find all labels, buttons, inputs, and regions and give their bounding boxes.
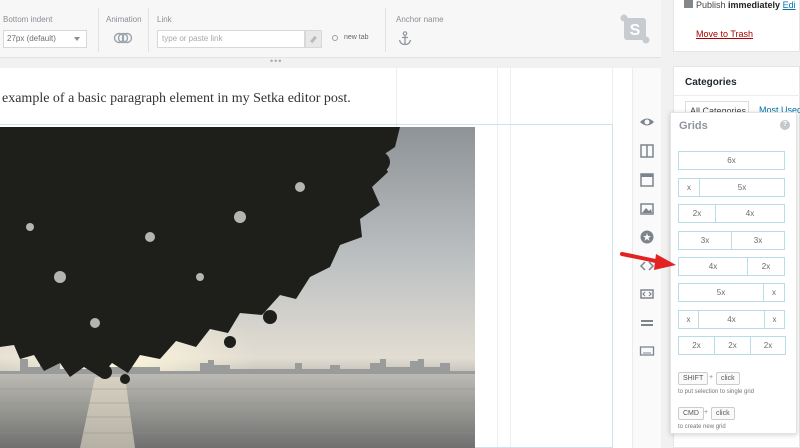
grid-cell[interactable]: 2x: [750, 336, 786, 355]
grid-cell[interactable]: x: [764, 310, 785, 329]
publish-box: Publish immediately Edi Move to Trash: [673, 0, 800, 52]
eye-icon[interactable]: [639, 114, 655, 130]
paragraph-element[interactable]: example of a basic paragraph element in …: [2, 91, 351, 107]
link-label: Link: [157, 15, 172, 24]
publish-edit-link[interactable]: Edi: [783, 0, 796, 10]
plus-sign: +: [704, 409, 709, 416]
grid-cell[interactable]: 3x: [731, 231, 785, 250]
grid-cell[interactable]: 3x: [678, 231, 732, 250]
new-tab-label: new tab: [344, 34, 369, 41]
link-clear-button[interactable]: [305, 30, 322, 48]
grid-option-row[interactable]: 3x 3x: [678, 231, 785, 250]
keyboard-icon[interactable]: [639, 343, 655, 359]
grid-option-row[interactable]: x 5x: [678, 178, 785, 197]
categories-title: Categories: [685, 77, 737, 88]
grid-option-row[interactable]: 6x: [678, 151, 785, 170]
anchor-name-label: Anchor name: [396, 15, 444, 24]
chevron-down-icon: [74, 37, 80, 41]
svg-text:S: S: [630, 22, 641, 39]
grid-cell[interactable]: 4x: [715, 204, 785, 223]
grids-title: Grids: [679, 120, 708, 132]
divider-icon[interactable]: [639, 315, 655, 331]
plus-sign: +: [709, 374, 714, 381]
grid-cell[interactable]: 4x: [698, 310, 765, 329]
animation-label: Animation: [106, 15, 142, 24]
bottom-indent-select[interactable]: 27px (default): [3, 30, 87, 48]
grid-option-row[interactable]: 2x 4x: [678, 204, 785, 223]
grid-cell[interactable]: x: [678, 310, 699, 329]
divider: [98, 8, 99, 52]
image-icon[interactable]: [639, 201, 655, 217]
grid-cell[interactable]: 2x: [678, 336, 715, 355]
grids-popup: Grids ? 6x x 5x 2x 4x 3x 3x 4x 2x 5x x x…: [670, 112, 797, 434]
shortcut-hint: to create new grid: [678, 424, 726, 430]
grid-cell[interactable]: 5x: [699, 178, 785, 197]
drag-handle-icon[interactable]: •••: [270, 57, 282, 66]
divider: [148, 8, 149, 52]
grid-option-row[interactable]: 5x x: [678, 283, 785, 302]
bottom-indent-label: Bottom indent: [3, 15, 53, 24]
setka-logo-icon: S: [620, 14, 650, 44]
grid-cell[interactable]: x: [763, 283, 785, 302]
layout-icon[interactable]: [639, 172, 655, 188]
move-to-trash-link[interactable]: Move to Trash: [696, 29, 753, 39]
element-toolbar: Bottom indent 27px (default) Animation L…: [0, 0, 661, 58]
grid-cell[interactable]: 4x: [678, 257, 748, 276]
grid-cell[interactable]: 2x: [714, 336, 751, 355]
columns-icon[interactable]: [639, 143, 655, 159]
publish-when: immediately: [728, 0, 781, 10]
link-input[interactable]: type or paste link: [157, 30, 305, 48]
cmd-key-badge: CMD: [678, 407, 704, 420]
click-badge: click: [716, 372, 740, 385]
shift-key-badge: SHIFT: [678, 372, 709, 385]
animation-icon[interactable]: [113, 32, 133, 44]
publish-prefix: Publish: [696, 0, 729, 10]
editor-canvas: example of a basic paragraph element in …: [0, 68, 632, 448]
grid-option-row[interactable]: 4x 2x: [678, 257, 785, 276]
grid-cell[interactable]: 2x: [678, 204, 716, 223]
embed-icon[interactable]: [639, 286, 655, 302]
lake-photo[interactable]: [0, 127, 475, 448]
grid-cell[interactable]: 5x: [678, 283, 764, 302]
divider: [385, 8, 386, 52]
click-badge: click: [711, 407, 735, 420]
bottom-indent-value: 27px (default): [7, 34, 56, 43]
annotation-arrow-icon: [620, 252, 676, 270]
shortcut-hint: to put selection to single grid: [678, 389, 755, 395]
new-tab-radio[interactable]: [332, 35, 338, 41]
anchor-icon[interactable]: [398, 31, 412, 46]
star-icon[interactable]: [639, 229, 655, 245]
grid-cell[interactable]: 2x: [747, 257, 785, 276]
help-icon[interactable]: ?: [780, 120, 790, 130]
calendar-icon: [684, 0, 693, 8]
grid-option-row[interactable]: 2x 2x 2x: [678, 336, 786, 355]
grid-cell[interactable]: 6x: [678, 151, 785, 170]
grid-cell[interactable]: x: [678, 178, 700, 197]
publish-status: Publish immediately Edi: [696, 0, 796, 10]
grid-option-row[interactable]: x 4x x: [678, 310, 785, 329]
divider: [674, 95, 800, 96]
